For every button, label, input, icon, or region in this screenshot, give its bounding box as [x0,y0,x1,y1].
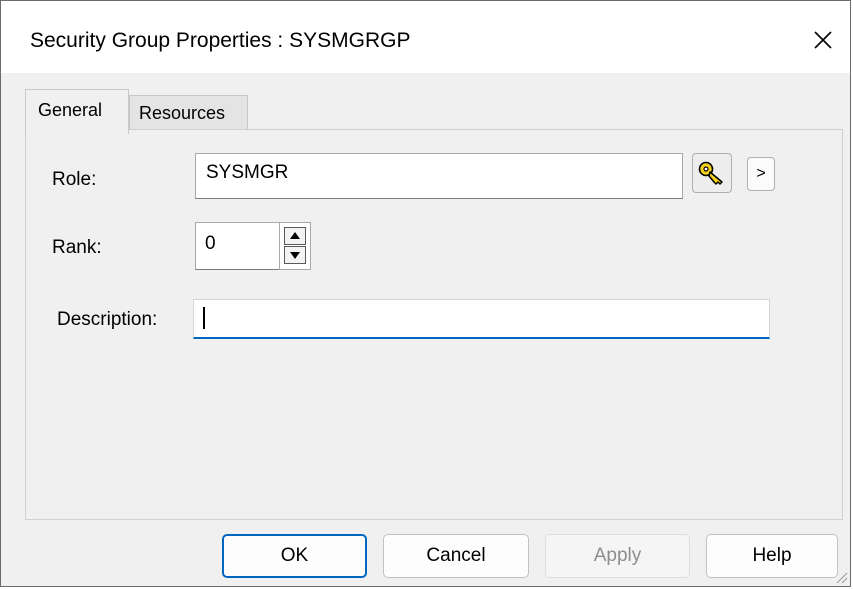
description-label: Description: [57,309,158,330]
triangle-up-icon [290,232,300,239]
close-icon [814,31,832,49]
role-field[interactable]: SYSMGR [195,153,683,199]
resize-grip-icon[interactable] [834,570,848,584]
tab-resources[interactable]: Resources [129,95,248,130]
description-field[interactable] [193,299,770,339]
rank-spin-up-button[interactable] [284,227,306,245]
cancel-button[interactable]: Cancel [383,534,529,578]
key-icon [698,161,723,185]
close-button[interactable] [796,15,850,65]
apply-button[interactable]: Apply [545,534,690,578]
window-title: Security Group Properties : SYSMGRGP [30,29,411,52]
rank-spin-down-button[interactable] [284,246,306,264]
rank-label: Rank: [52,237,102,258]
role-lookup-button[interactable] [692,153,732,193]
help-button[interactable]: Help [706,534,838,578]
role-more-button[interactable]: > [747,157,775,191]
text-caret [203,307,205,329]
triangle-down-icon [290,252,300,259]
rank-spinner [279,222,311,270]
title-bar: Security Group Properties : SYSMGRGP [1,1,850,73]
security-group-properties-dialog: Security Group Properties : SYSMGRGP Gen… [0,0,851,587]
role-label: Role: [52,169,97,190]
rank-field[interactable]: 0 [195,222,279,270]
tab-general[interactable]: General [25,89,129,134]
ok-button[interactable]: OK [222,534,367,578]
